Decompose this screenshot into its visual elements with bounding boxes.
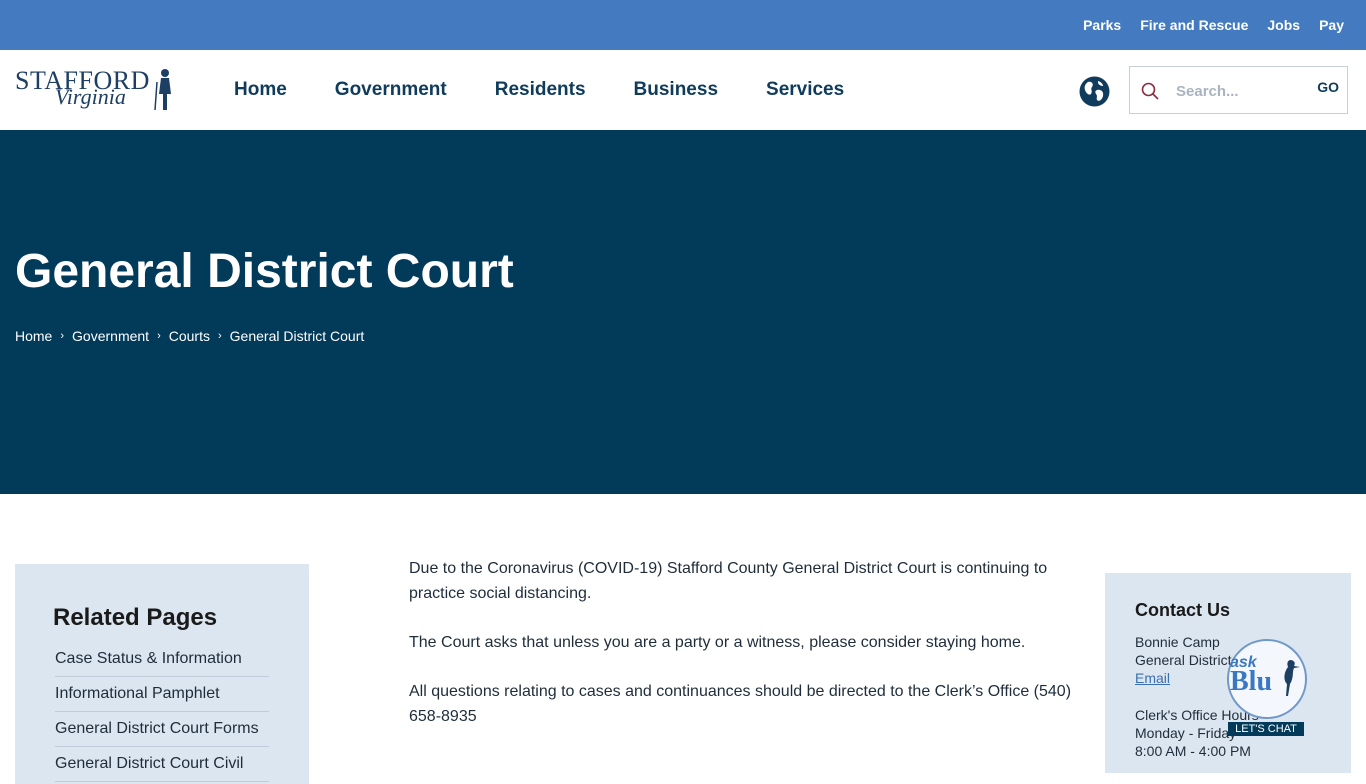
search-go-button[interactable]: GO <box>1317 79 1339 95</box>
contact-email: Email <box>1135 670 1170 686</box>
logo-script: Virginia <box>55 84 126 109</box>
chat-cta: LET'S CHAT <box>1228 722 1304 736</box>
ask-blu-chat-widget[interactable]: ask Blu LET'S CHAT <box>1226 638 1307 738</box>
utility-links: Parks Fire and Rescue Jobs Pay <box>1083 0 1344 50</box>
search-icon <box>1141 82 1159 100</box>
chevron-right-icon: › <box>60 330 65 342</box>
contact-hours: 8:00 AM - 4:00 PM <box>1135 743 1251 759</box>
nav-residents[interactable]: Residents <box>495 79 586 101</box>
utility-link-pay[interactable]: Pay <box>1319 17 1344 33</box>
list-item: Informational Pamphlet <box>55 677 269 712</box>
page-title: General District Court <box>15 245 514 298</box>
content-paragraph: Due to the Coronavirus (COVID-19) Staffo… <box>409 560 1048 602</box>
nav-business[interactable]: Business <box>634 79 718 101</box>
breadcrumb: Home › Government › Courts › General Dis… <box>15 328 364 344</box>
related-link-forms[interactable]: General District Court Forms <box>55 720 259 737</box>
list-item: General District Court Civil <box>55 747 269 782</box>
utility-bar: Parks Fire and Rescue Jobs Pay <box>0 0 1366 50</box>
nav-government[interactable]: Government <box>335 79 447 101</box>
nav-services[interactable]: Services <box>766 79 844 101</box>
list-item: General District Court Forms <box>55 712 269 747</box>
related-link-pamphlet[interactable]: Informational Pamphlet <box>55 685 220 702</box>
chevron-right-icon: › <box>217 330 222 342</box>
related-pages-list: Case Status & Information Informational … <box>55 642 269 782</box>
translate-globe-icon[interactable] <box>1079 76 1110 107</box>
contact-days: Monday - Friday <box>1135 725 1237 741</box>
utility-link-jobs[interactable]: Jobs <box>1267 17 1300 33</box>
related-link-civil[interactable]: General District Court Civil <box>55 755 243 772</box>
content-paragraph: The Court asks that unless you are a par… <box>409 634 1026 651</box>
contact-heading: Contact Us <box>1135 600 1231 620</box>
related-pages-heading: Related Pages <box>53 604 218 631</box>
breadcrumb-current: General District Court <box>229 328 365 344</box>
page-hero: General District Court Home › Government… <box>0 130 1366 494</box>
contact-name: Bonnie Camp <box>1135 634 1220 650</box>
nav-home[interactable]: Home <box>234 79 287 101</box>
chevron-right-icon: › <box>157 330 161 342</box>
list-item: Case Status & Information <box>55 642 269 677</box>
utility-link-parks[interactable]: Parks <box>1083 17 1121 33</box>
breadcrumb-courts[interactable]: Courts <box>169 328 210 344</box>
contact-email-link[interactable]: Email <box>1135 670 1170 686</box>
related-link-case-status[interactable]: Case Status & Information <box>55 650 242 667</box>
search-input[interactable] <box>1174 77 1306 105</box>
content-paragraph: All questions relating to cases and cont… <box>409 683 1072 725</box>
breadcrumb-government[interactable]: Government <box>72 328 149 344</box>
related-pages-panel: Related Pages Case Status & Information … <box>15 564 309 784</box>
site-logo[interactable]: STAFFORD Virginia <box>15 66 175 116</box>
primary-nav: Home Government Residents Business Servi… <box>234 50 844 130</box>
logo-figure-icon <box>154 69 171 111</box>
main-content: Due to the Coronavirus (COVID-19) Staffo… <box>409 556 1089 753</box>
contact-title: General District <box>1135 652 1232 668</box>
heron-icon <box>1284 660 1300 696</box>
chat-blu-label: Blu <box>1230 666 1273 697</box>
breadcrumb-home[interactable]: Home <box>15 328 52 344</box>
utility-link-fire-rescue[interactable]: Fire and Rescue <box>1140 17 1248 33</box>
search-box: GO <box>1129 66 1348 114</box>
